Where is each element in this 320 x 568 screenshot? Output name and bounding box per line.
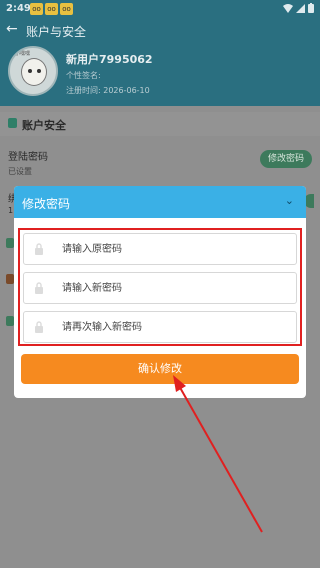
section-title: 账户安全: [22, 119, 66, 132]
shield-icon: [8, 118, 17, 128]
avatar-caption: 小嘿嘿: [15, 51, 31, 57]
wifi-icon: [283, 3, 293, 13]
signal-icon: [296, 3, 305, 13]
change-password-dialog: 修改密码 ⌄ 确认修改: [14, 186, 306, 398]
username: 新用户7995062: [66, 53, 153, 66]
avatar-eye: [37, 69, 41, 73]
list-icon: [6, 238, 14, 248]
new-password-input[interactable]: [62, 278, 288, 298]
avatar-face-icon: [21, 58, 47, 86]
avatar[interactable]: 小嘿嘿: [8, 46, 58, 96]
lock-icon: [35, 321, 43, 333]
list-icon: [6, 274, 14, 284]
chevron-down-icon[interactable]: ⌄: [285, 194, 294, 207]
profile-card: 小嘿嘿 新用户7995062 个性签名: 注册时间: 2026-06-10: [0, 44, 320, 106]
confirm-change-button[interactable]: 确认修改: [21, 354, 299, 384]
list-icon: [6, 316, 14, 326]
lock-icon: [35, 243, 43, 255]
old-password-field[interactable]: [23, 233, 297, 265]
notification-icons: oo oo oo: [30, 3, 73, 15]
section-header: 账户安全: [0, 112, 320, 136]
partial-row-sub: 1: [8, 206, 14, 215]
status-bar: 2:49 oo oo oo: [0, 0, 320, 18]
arrow-left-icon[interactable]: ←: [6, 21, 18, 37]
app-header: ← 账户与安全: [0, 18, 320, 44]
new-password-field[interactable]: [23, 272, 297, 304]
system-icons: [283, 3, 314, 13]
app-notification-icon: oo: [60, 3, 73, 15]
register-time: 注册时间: 2026-06-10: [66, 86, 150, 95]
status-time: 2:49: [6, 3, 31, 14]
confirm-password-input[interactable]: [62, 317, 288, 337]
login-password-title: 登陆密码: [8, 152, 48, 163]
page-title: 账户与安全: [26, 25, 87, 39]
lock-icon: [35, 282, 43, 294]
signature-label: 个性签名:: [66, 71, 101, 80]
app-notification-icon: oo: [30, 3, 43, 15]
dialog-title: 修改密码: [22, 197, 71, 211]
dialog-header: 修改密码 ⌄: [14, 186, 306, 218]
password-fields-highlight: [18, 228, 302, 346]
battery-icon: [308, 3, 314, 13]
confirm-password-field[interactable]: [23, 311, 297, 343]
change-password-button[interactable]: 修改密码: [260, 150, 312, 168]
login-password-status: 已设置: [8, 167, 32, 176]
old-password-input[interactable]: [62, 239, 288, 259]
app-notification-icon: oo: [45, 3, 58, 15]
avatar-eye: [28, 69, 32, 73]
